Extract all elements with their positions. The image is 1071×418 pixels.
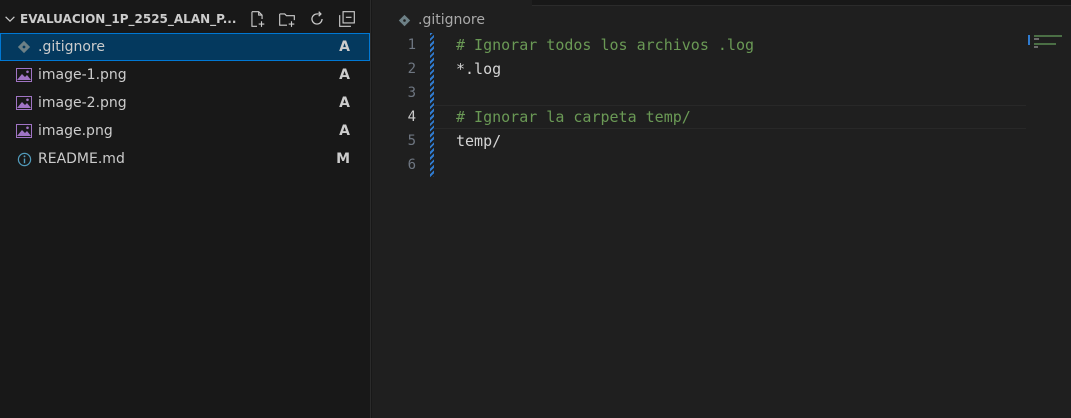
tab-strip-empty	[532, 0, 1071, 6]
image-file-icon	[15, 67, 33, 83]
image-file-icon	[15, 123, 33, 139]
info-file-icon	[15, 151, 33, 167]
line-number: 6	[407, 157, 416, 173]
minimap-line	[1034, 38, 1039, 40]
file-name: image.png	[38, 123, 113, 139]
git-status-badge: A	[339, 123, 350, 139]
file-name: .gitignore	[38, 39, 105, 55]
new-file-icon[interactable]	[242, 8, 272, 30]
code-line[interactable]: # Ignorar todos los archivos .log	[456, 33, 1026, 57]
git-status-badge: A	[339, 95, 350, 111]
added-lines-indicator[interactable]	[430, 33, 434, 177]
git-status-badge: M	[336, 151, 350, 167]
code-line[interactable]: temp/	[456, 129, 1026, 153]
code-line[interactable]: *.log	[456, 57, 1026, 81]
code-line[interactable]	[456, 81, 1026, 105]
refresh-icon[interactable]	[302, 8, 332, 30]
file-item-image-1[interactable]: image-1.png A	[0, 61, 370, 89]
line-number: 2	[407, 61, 416, 77]
minimap-line	[1034, 35, 1062, 37]
code-line[interactable]	[456, 153, 1026, 177]
minimap[interactable]	[1028, 33, 1071, 93]
file-item-image-2[interactable]: image-2.png A	[0, 89, 370, 117]
collapse-all-icon[interactable]	[332, 8, 362, 30]
minimap-line	[1034, 46, 1038, 48]
chevron-down-icon[interactable]	[0, 5, 20, 33]
workspace-folder-title[interactable]: EVALUACION_1P_2525_ALAN_P...	[20, 12, 238, 26]
file-name: README.md	[38, 151, 125, 167]
explorer-sidebar: EVALUACION_1P_2525_ALAN_P... .gitignore …	[0, 0, 371, 418]
editor-pane: .gitignore 1 2 3 4 5 6 # Ignorar todos l…	[372, 0, 1071, 418]
line-number: 1	[407, 37, 416, 53]
gitignore-file-icon	[15, 39, 33, 55]
line-number-gutter: 1 2 3 4 5 6	[372, 33, 432, 177]
image-file-icon	[15, 95, 33, 111]
code-text-area[interactable]: # Ignorar todos los archivos .log *.log …	[456, 33, 1026, 177]
file-item-gitignore[interactable]: .gitignore A	[0, 33, 370, 61]
git-status-badge: A	[339, 39, 350, 55]
gitignore-file-icon	[396, 12, 412, 28]
breadcrumb-file[interactable]: .gitignore	[418, 12, 485, 28]
line-number: 3	[407, 85, 416, 101]
code-line[interactable]: # Ignorar la carpeta temp/	[456, 105, 1026, 129]
explorer-actions	[242, 8, 362, 30]
breadcrumb[interactable]: .gitignore	[396, 9, 485, 31]
minimap-line	[1034, 43, 1056, 45]
git-status-badge: A	[339, 67, 350, 83]
file-item-image[interactable]: image.png A	[0, 117, 370, 145]
line-number: 5	[407, 133, 416, 149]
file-name: image-2.png	[38, 95, 127, 111]
file-item-readme[interactable]: README.md M	[0, 145, 370, 173]
file-name: image-1.png	[38, 67, 127, 83]
line-number-active: 4	[407, 109, 416, 125]
new-folder-icon[interactable]	[272, 8, 302, 30]
file-tree: .gitignore A image-1.png A image-2.png A…	[0, 33, 370, 173]
explorer-section-header[interactable]: EVALUACION_1P_2525_ALAN_P...	[0, 5, 371, 33]
minimap-cursor	[1028, 35, 1030, 45]
